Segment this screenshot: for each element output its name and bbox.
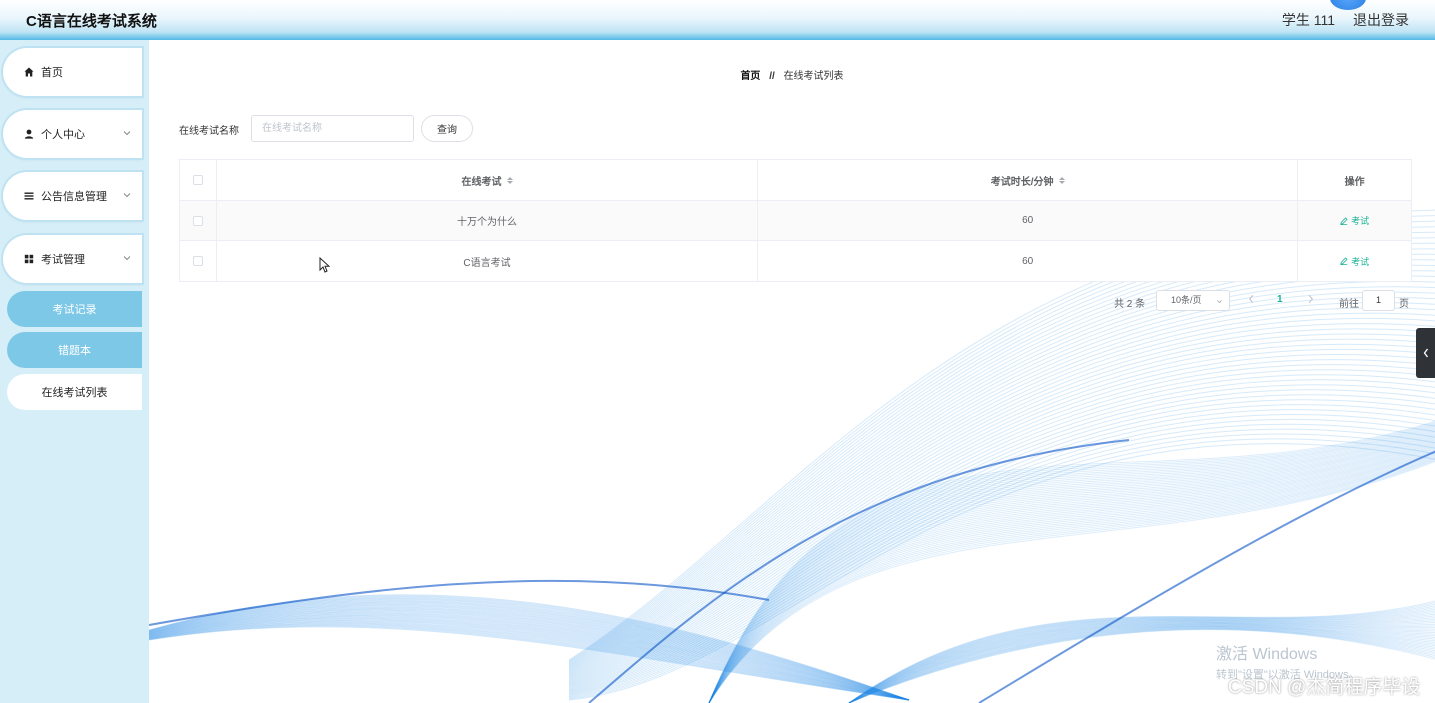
sidebar-subitem-online-exam-list[interactable]: 在线考试列表 [7,374,142,410]
prev-page-button[interactable] [1247,293,1256,308]
page-unit: 页 [1399,299,1409,310]
current-user: 学生 111 [1281,12,1335,28]
sidebar-item-personal-center[interactable]: 个人中心 [3,110,142,158]
exam-name-cell: C语言考试 [217,241,759,281]
actions-cell: 考试 [1298,201,1411,240]
exam-name-cell: 十万个为什么 [217,201,759,240]
chevron-down-icon [123,256,131,261]
app-title: C语言在线考试系统 [26,12,157,30]
column-header-exam-name[interactable]: 在线考试 [217,160,759,200]
chevron-down-icon [1217,300,1222,304]
list-icon [23,190,35,202]
row-checkbox-cell [180,241,217,281]
column-header-label: 考试时长/分钟 [990,176,1054,188]
chevron-left-icon [1423,348,1428,358]
activation-title: 激活 Windows [1216,646,1318,663]
goto-label: 前往 [1339,299,1359,310]
exam-table: 在线考试 考试时长/分钟 操作 十万个为什么 60 考试 C语言考试 60 考试 [179,159,1412,282]
sidebar: 首页 个人中心 公告信息管理 考试管理 考试记录 错题本 在线考试列表 [0,40,149,703]
goto-page-input[interactable]: 1 [1362,290,1395,311]
sidebar-subitem-wrong-questions[interactable]: 错题本 [7,332,142,368]
row-checkbox-cell [180,201,217,240]
duration-cell: 60 [758,201,1299,240]
breadcrumb-current: 在线考试列表 [783,71,844,82]
chevron-left-icon [1248,295,1254,303]
table-row: C语言考试 60 考试 [180,241,1411,281]
take-exam-button[interactable]: 考试 [1340,214,1369,227]
next-page-button[interactable] [1306,293,1315,308]
header-user-area: 学生 111 退出登录 [1282,10,1409,30]
sort-icon[interactable] [1058,176,1065,184]
breadcrumb-home[interactable]: 首页 [740,71,760,82]
sort-icon[interactable] [506,176,513,184]
query-button[interactable]: 查询 [421,115,473,142]
sidebar-item-notice-management[interactable]: 公告信息管理 [3,172,142,220]
table-header-row: 在线考试 考试时长/分钟 操作 [180,160,1411,201]
row-checkbox[interactable] [192,256,203,266]
chevron-down-icon [123,193,131,198]
sidebar-item-label: 首页 [41,67,63,79]
breadcrumb: 首页 // 在线考试列表 [149,67,1435,82]
page-size-select[interactable]: 10条/页 [1156,290,1230,311]
actions-cell: 考试 [1298,241,1411,281]
total-count: 共 2 条 [1114,299,1146,310]
table-row: 十万个为什么 60 考试 [180,201,1411,241]
avatar-orb [1330,0,1366,10]
chevron-right-icon [1308,295,1314,303]
take-exam-label: 考试 [1351,256,1370,267]
page-size-value: 10条/页 [1171,295,1202,305]
chevron-down-icon [123,131,131,136]
column-header-label: 操作 [1344,176,1365,188]
watermark: CSDN @杰简程序毕设 [1228,677,1421,698]
mouse-cursor-icon [319,257,330,273]
edit-icon [1340,257,1348,265]
sidebar-item-home[interactable]: 首页 [3,48,142,96]
duration-cell: 60 [758,241,1299,281]
header-checkbox-cell [180,160,217,200]
sidebar-subitem-exam-records[interactable]: 考试记录 [7,291,142,327]
column-header-label: 在线考试 [461,176,502,188]
grid-icon [23,253,35,265]
take-exam-button[interactable]: 考试 [1340,255,1369,268]
select-all-checkbox[interactable] [192,175,203,185]
sidebar-item-exam-management[interactable]: 考试管理 [3,235,142,283]
edit-icon [1340,216,1348,225]
row-checkbox[interactable] [192,215,203,226]
top-header: C语言在线考试系统 学生 111 退出登录 [0,0,1435,40]
sidebar-item-label: 公告信息管理 [41,191,107,203]
column-header-duration[interactable]: 考试时长/分钟 [758,160,1299,200]
logout-link[interactable]: 退出登录 [1353,10,1409,30]
home-icon [23,66,35,78]
page-number-current[interactable]: 1 [1277,294,1283,305]
search-label: 在线考试名称 [179,126,239,137]
user-icon [23,128,35,140]
take-exam-label: 考试 [1351,216,1370,226]
collapse-panel-button[interactable] [1416,328,1435,378]
breadcrumb-separator: // [769,71,775,82]
sidebar-item-label: 个人中心 [41,129,85,141]
column-header-actions: 操作 [1298,160,1411,200]
main-content: 首页 // 在线考试列表 在线考试名称 查询 在线考试 考试时长/分钟 操作 十… [149,40,1435,703]
search-input[interactable] [251,115,414,142]
sidebar-item-label: 考试管理 [41,254,85,266]
pagination: 共 2 条 10条/页 1 前往 1 页 [149,290,1435,312]
